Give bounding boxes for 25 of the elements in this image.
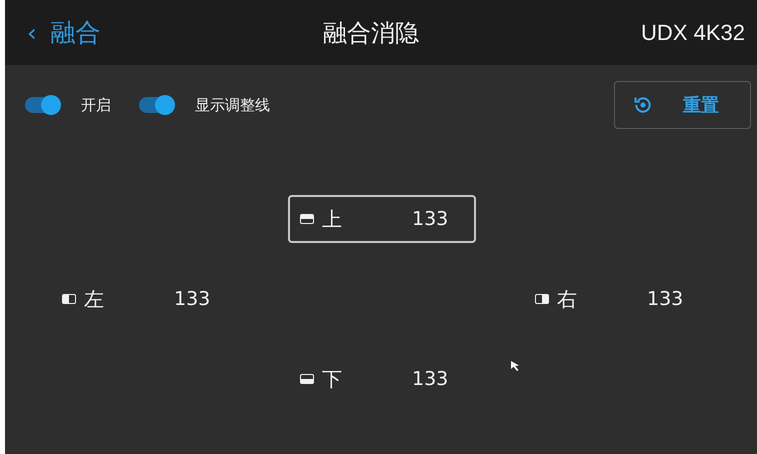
- back-button[interactable]: ‹ 融合: [27, 14, 101, 52]
- toggle-label: 开启: [81, 94, 111, 116]
- edge-setting[interactable]: 左 133: [50, 275, 238, 323]
- edge-label: 下: [322, 366, 343, 393]
- edge-value: 133: [412, 366, 448, 392]
- edge-label: 左: [84, 286, 105, 313]
- edge-value: 133: [412, 206, 448, 232]
- toggle-switch[interactable]: [25, 97, 59, 113]
- edge-setting[interactable]: 下 133: [288, 355, 476, 403]
- edge-icon: [62, 294, 76, 304]
- edge-label: 右: [557, 286, 578, 313]
- edge-setting[interactable]: 右 133: [523, 275, 711, 323]
- edge-icon: [535, 294, 549, 304]
- reset-button[interactable]: 重置: [614, 81, 751, 129]
- edge-label: 上: [322, 206, 343, 233]
- edge-setting[interactable]: 上 133: [288, 195, 476, 243]
- page-title: 融合消隐: [323, 18, 419, 48]
- reset-icon: [633, 95, 653, 115]
- toggle-switch[interactable]: [139, 97, 173, 113]
- edge-value: 133: [174, 286, 210, 312]
- edge-icon: [300, 374, 314, 384]
- toggle-label: 显示调整线: [195, 94, 270, 116]
- edge-value: 133: [647, 286, 684, 312]
- device-name: UDX 4K32: [641, 19, 745, 47]
- edge-icon: [300, 214, 314, 224]
